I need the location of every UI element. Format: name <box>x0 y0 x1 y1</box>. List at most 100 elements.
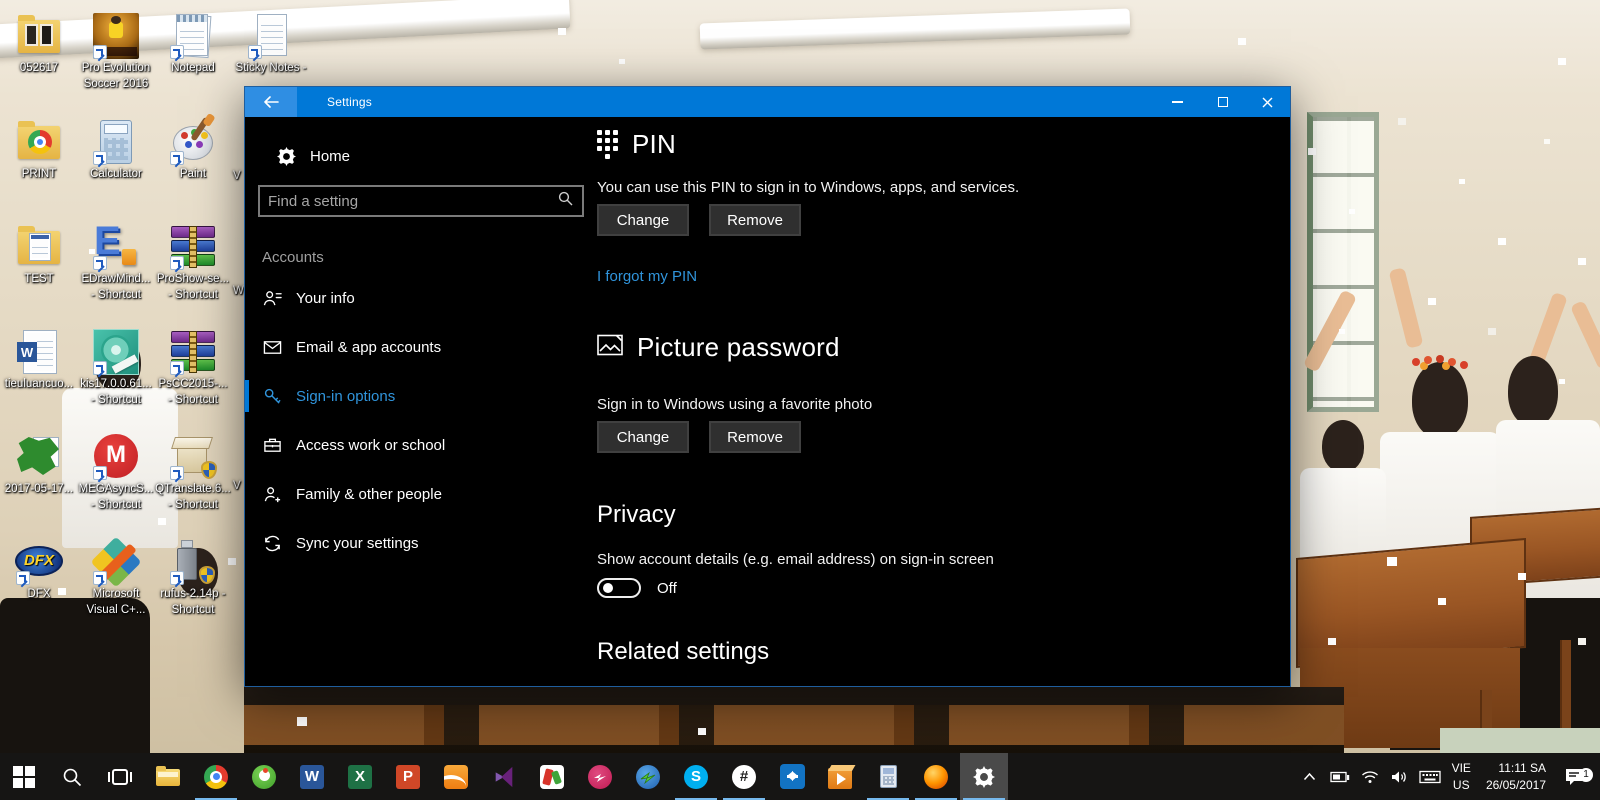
sidebar-item-home[interactable]: Home <box>245 139 597 173</box>
sidebar-item-sign-in-options[interactable]: Sign-in options <box>245 376 597 416</box>
desktop-icon-map-file[interactable]: 2017-05-17... <box>0 433 78 497</box>
settings-app-button[interactable] <box>960 753 1008 800</box>
teamviewer-button[interactable] <box>768 753 816 800</box>
back-button[interactable] <box>245 87 297 117</box>
clock[interactable]: 11:11 SA 26/05/2017 <box>1486 760 1546 792</box>
search-input[interactable] <box>260 192 549 210</box>
desktop-icon-word-doc[interactable]: W tieuluancuo... <box>0 328 78 392</box>
account-details-toggle[interactable] <box>597 578 641 598</box>
skype-button[interactable]: S <box>672 753 720 800</box>
notification-badge: 1 <box>1579 767 1593 782</box>
briefcase-icon <box>262 435 282 455</box>
file-explorer-button[interactable] <box>144 753 192 800</box>
close-icon <box>1262 97 1273 107</box>
proshow-icon <box>828 764 856 789</box>
action-center-button[interactable]: 1 <box>1554 767 1594 786</box>
minimize-button[interactable] <box>1155 87 1200 117</box>
desktop-icon-megasync[interactable]: M MEGAsyncS... - Shortcut <box>77 433 155 513</box>
privacy-description: Show account details (e.g. email address… <box>597 551 994 568</box>
privacy-section-title: Privacy <box>597 501 676 528</box>
desktop-icon-qtranslate[interactable]: QTranslate.6... - Shortcut <box>154 433 232 513</box>
desktop-icon-rufus[interactable]: rufus-2.14p - Shortcut <box>154 538 232 618</box>
picture-icon <box>597 332 623 363</box>
tray-battery-button[interactable] <box>1325 771 1355 783</box>
visual-studio-button[interactable] <box>480 753 528 800</box>
teamviewer-icon <box>779 764 805 789</box>
calculator-app-icon <box>879 765 897 788</box>
powerpoint-button[interactable]: P <box>384 753 432 800</box>
hash-app-button[interactable]: # <box>720 753 768 800</box>
language-indicator[interactable]: VIE US <box>1452 760 1471 792</box>
toggle-knob <box>603 583 613 593</box>
sidebar-home-label: Home <box>310 147 351 165</box>
tray-volume-button[interactable] <box>1385 770 1415 784</box>
pink-arrow-app-button[interactable] <box>576 753 624 800</box>
desktop-icon-visual-cpp[interactable]: Microsoft Visual C+... <box>77 536 155 618</box>
media-app-button[interactable] <box>528 753 576 800</box>
desktop-icon-edrawmind[interactable]: E EDrawMind... - Shortcut <box>77 219 155 303</box>
forgot-pin-link[interactable]: I forgot my PIN <box>597 268 697 288</box>
picture-change-button[interactable]: Change <box>597 421 689 453</box>
close-button[interactable] <box>1245 87 1290 117</box>
firefox-button[interactable] <box>912 753 960 800</box>
picture-remove-button[interactable]: Remove <box>709 421 801 453</box>
chrome-icon <box>204 764 228 789</box>
desktop-icon-paint[interactable]: Paint <box>154 112 232 182</box>
tray-keyboard-button[interactable] <box>1415 770 1445 784</box>
sidebar-section-header: Accounts <box>262 249 324 266</box>
proshow-button[interactable] <box>816 753 864 800</box>
pink-arrow-app-icon <box>588 764 612 789</box>
tray-date: 26/05/2017 <box>1485 777 1546 792</box>
desktop-icon-notepad[interactable]: Notepad <box>154 12 232 76</box>
toggle-state-label: Off <box>657 579 677 597</box>
desktop-icon-pes2016[interactable]: Pro Evolution Soccer 2016 <box>77 12 155 92</box>
dialpad-icon <box>597 129 618 159</box>
pin-remove-button[interactable]: Remove <box>709 204 801 236</box>
desktop-icon-052617[interactable]: 052617 <box>0 12 78 76</box>
powerpoint-icon: P <box>396 764 420 789</box>
desktop-icon-print-folder[interactable]: PRINT <box>0 118 78 182</box>
task-view-button[interactable] <box>96 753 144 800</box>
chevron-up-icon <box>1304 772 1316 781</box>
picture-password-description: Sign in to Windows using a favorite phot… <box>597 396 873 413</box>
task-view-icon <box>108 768 132 785</box>
excel-button[interactable]: X <box>336 753 384 800</box>
person-plus-icon <box>262 484 282 504</box>
media-app-icon <box>540 764 564 789</box>
windows-logo-icon <box>13 765 35 788</box>
picture-password-section-title: Picture password <box>597 330 1250 364</box>
sidebar-item-access-work-school[interactable]: Access work or school <box>245 425 597 465</box>
sidebar-item-family-other-people[interactable]: Family & other people <box>245 474 597 514</box>
pin-change-button[interactable]: Change <box>597 204 689 236</box>
foxit-button[interactable] <box>432 753 480 800</box>
sidebar-item-email-accounts[interactable]: Email & app accounts <box>245 327 597 367</box>
tray-chevron-button[interactable] <box>1295 772 1325 781</box>
confetti <box>0 0 4 3</box>
search-box[interactable] <box>258 185 584 217</box>
sidebar-item-sync-settings[interactable]: Sync your settings <box>245 523 597 563</box>
calculator-app-button[interactable] <box>864 753 912 800</box>
start-button[interactable] <box>0 753 48 800</box>
excel-icon: X <box>348 764 372 789</box>
word-button[interactable]: W <box>288 753 336 800</box>
taskbar-search-button[interactable] <box>48 753 96 800</box>
desktop-icon-proshow-rar[interactable]: ProShow-se... - Shortcut <box>154 223 232 303</box>
search-icon[interactable] <box>549 191 582 211</box>
firefox-icon <box>924 764 948 789</box>
desktop-icon-test-folder[interactable]: TEST <box>0 223 78 287</box>
envelope-icon <box>262 337 282 357</box>
idm-button[interactable] <box>624 753 672 800</box>
desktop-icon-sticky-notes[interactable]: Sticky Notes - <box>232 12 310 76</box>
tray-wifi-button[interactable] <box>1355 770 1385 784</box>
sidebar-item-your-info[interactable]: Your info <box>245 278 597 318</box>
maximize-button[interactable] <box>1200 87 1245 117</box>
title-bar[interactable]: Settings <box>245 87 1290 117</box>
desktop-icon-pscc-rar[interactable]: PsCC2015-... - Shortcut <box>154 328 232 408</box>
chrome-button[interactable] <box>192 753 240 800</box>
desktop-icon-kaspersky[interactable]: kis17.0.0.61... - Shortcut <box>77 328 155 408</box>
coccoc-button[interactable] <box>240 753 288 800</box>
folder-icon <box>156 766 180 786</box>
desktop-icon-dfx[interactable]: DFX DFX <box>0 538 78 602</box>
search-icon <box>63 768 82 786</box>
desktop-icon-calculator[interactable]: Calculator <box>77 118 155 182</box>
